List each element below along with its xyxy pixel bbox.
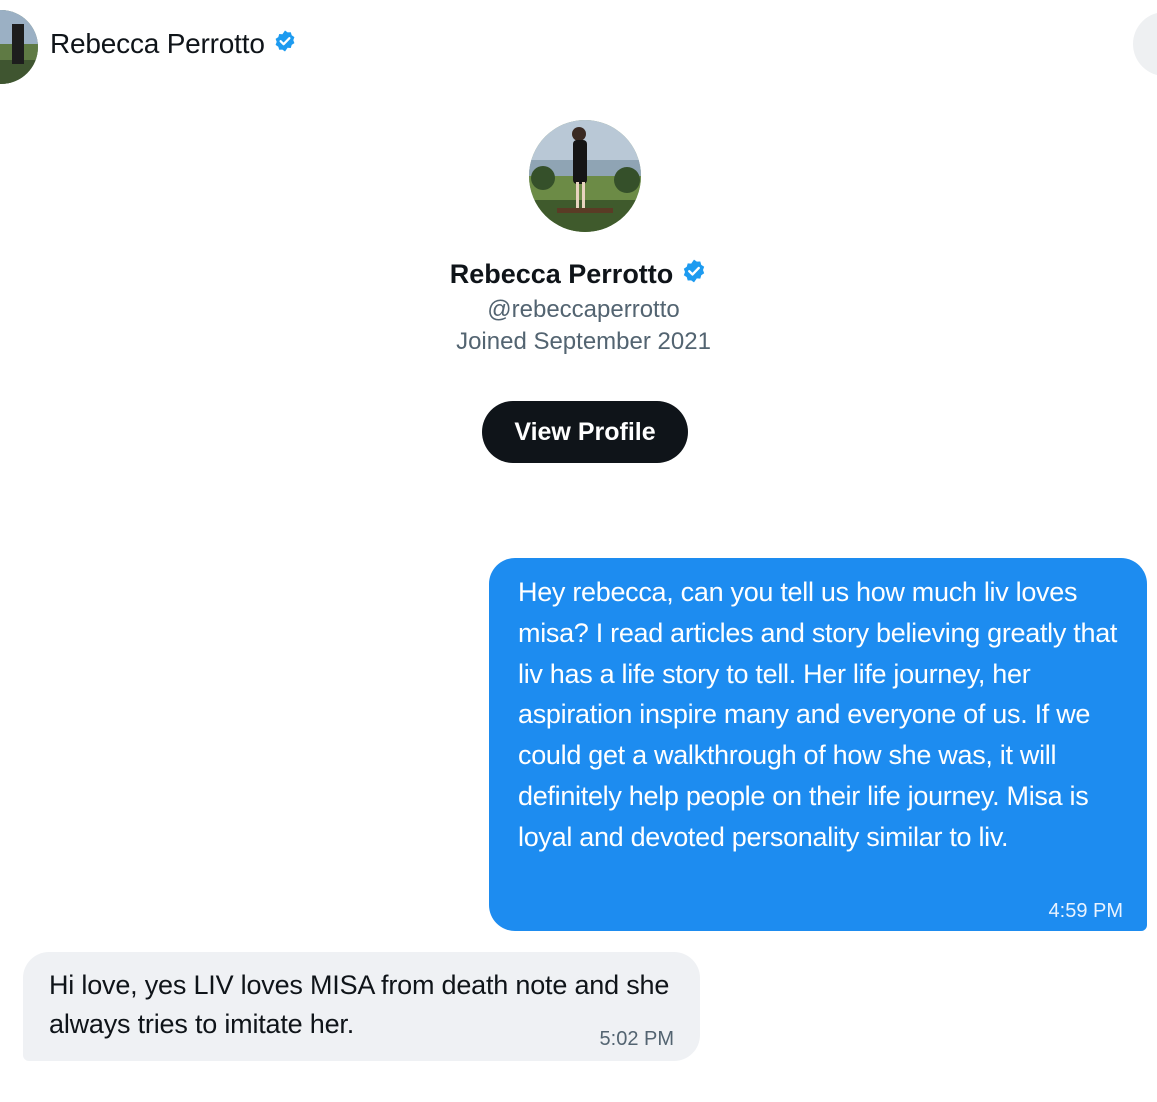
info-button[interactable] — [1133, 12, 1157, 76]
profile-joined-date: Joined September 2021 — [456, 328, 711, 355]
verified-badge-icon — [681, 258, 707, 291]
header-contact-name[interactable]: Rebecca Perrotto — [50, 28, 297, 60]
profile-name: Rebecca Perrotto — [0, 258, 1157, 291]
view-profile-button[interactable]: View Profile — [482, 401, 688, 463]
profile-handle: @rebeccaperrotto — [487, 296, 680, 323]
received-message-text: Hi love, yes LIV loves MISA from death n… — [49, 970, 670, 1039]
sent-message-text: Hey rebecca, can you tell us how much li… — [518, 577, 1118, 852]
sent-message-time: 4:59 PM — [1048, 900, 1123, 922]
header-avatar[interactable] — [0, 10, 38, 84]
received-message-time: 5:02 PM — [599, 1028, 674, 1050]
profile-name-text: Rebecca Perrotto — [449, 259, 674, 289]
received-message-bubble[interactable]: Hi love, yes LIV loves MISA from death n… — [23, 952, 700, 1061]
header-name-text: Rebecca Perrotto — [50, 28, 265, 59]
sent-message-bubble[interactable]: Hey rebecca, can you tell us how much li… — [489, 558, 1147, 931]
verified-badge-icon — [273, 28, 297, 60]
profile-avatar[interactable] — [529, 120, 641, 232]
